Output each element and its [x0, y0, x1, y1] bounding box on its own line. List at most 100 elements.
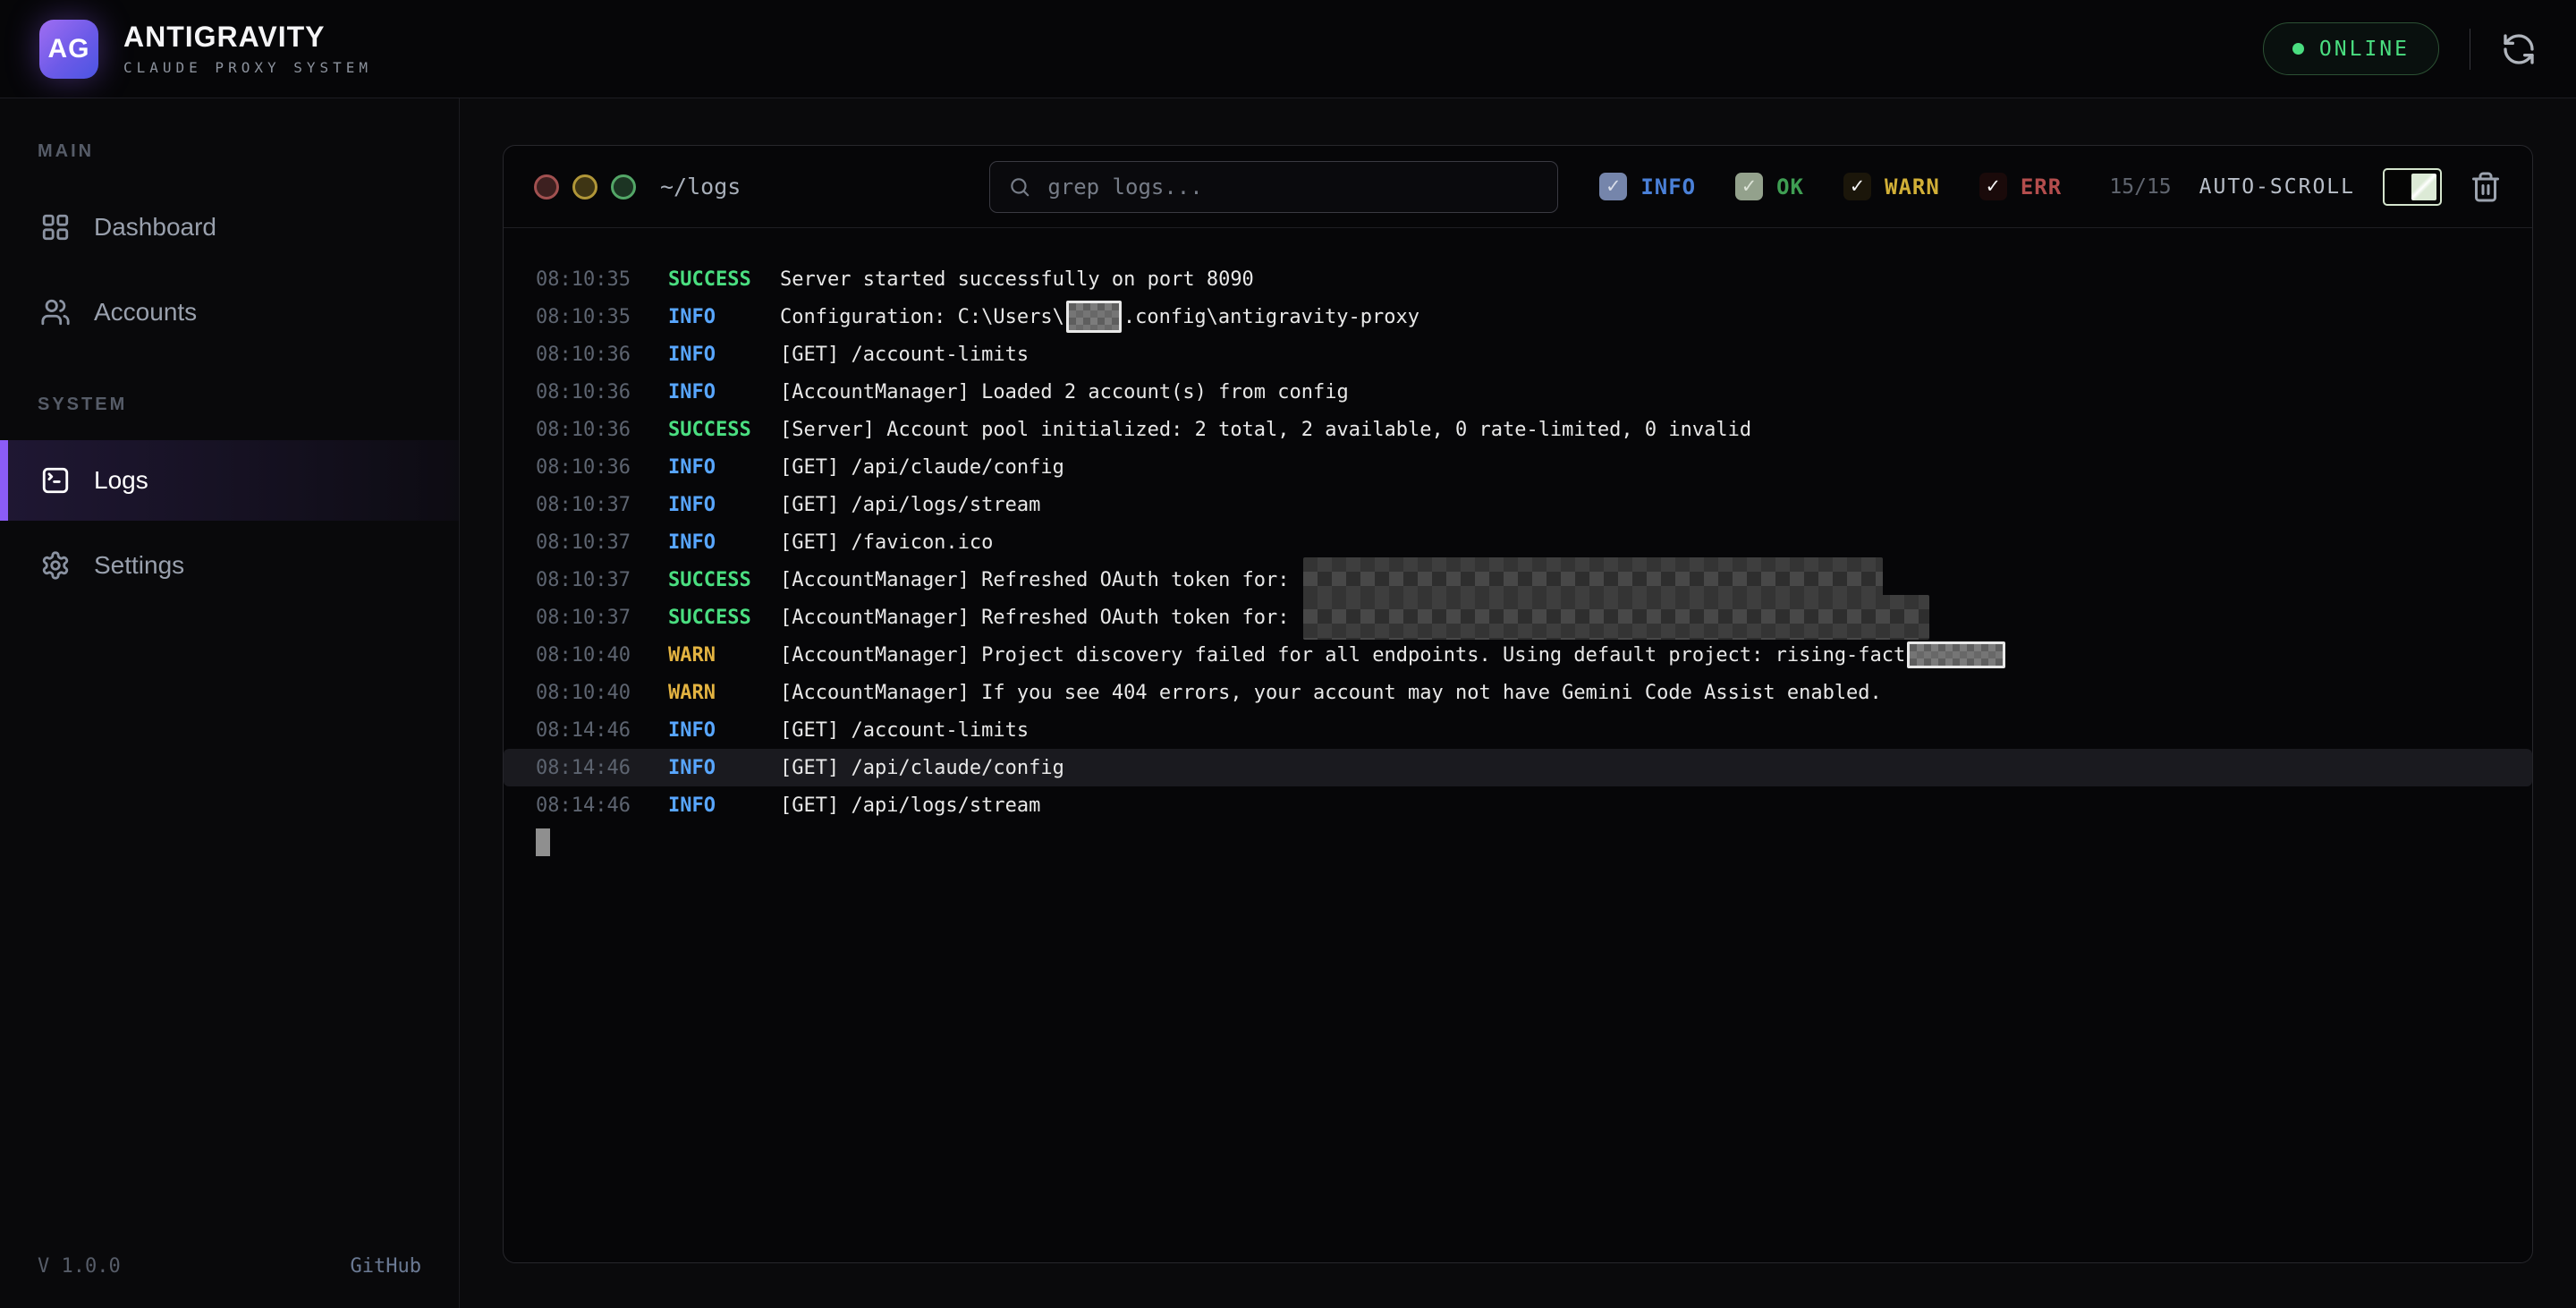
log-level: INFO: [668, 344, 780, 366]
log-level: SUCCESS: [668, 268, 780, 291]
log-timestamp: 08:10:40: [536, 682, 668, 704]
maximize-light-icon: [611, 174, 636, 200]
filter-ok[interactable]: ✓OK: [1735, 173, 1804, 200]
autoscroll-toggle[interactable]: [2383, 168, 2442, 206]
terminal-icon: [40, 465, 71, 496]
log-row[interactable]: 08:10:36INFO[AccountManager] Loaded 2 ac…: [504, 373, 2532, 411]
log-message: [AccountManager] Loaded 2 account(s) fro…: [780, 381, 1349, 403]
accounts-icon: [40, 297, 71, 327]
sidebar: MAINDashboardAccountsSYSTEMLogsSettings …: [0, 98, 460, 1308]
checkbox-icon[interactable]: ✓: [1843, 173, 1871, 200]
log-message-text: [GET] /api/logs/stream: [780, 794, 1040, 817]
redacted-block: [1907, 641, 2005, 668]
log-level: SUCCESS: [668, 419, 780, 441]
log-message-text: [AccountManager] If you see 404 errors, …: [780, 682, 1882, 704]
checkbox-icon[interactable]: ✓: [1599, 173, 1627, 200]
search-input[interactable]: [1046, 174, 1539, 200]
terminal-cursor: [536, 828, 550, 856]
search-box[interactable]: [989, 161, 1558, 213]
log-level: INFO: [668, 306, 780, 328]
redacted-block: [1303, 595, 1929, 640]
log-message: [GET] /api/claude/config: [780, 757, 1064, 779]
github-link[interactable]: GitHub: [351, 1255, 421, 1278]
log-message-text: [AccountManager] Project discovery faile…: [780, 644, 1905, 667]
log-timestamp: 08:10:37: [536, 531, 668, 554]
log-level: SUCCESS: [668, 607, 780, 629]
log-row[interactable]: 08:10:35INFOConfiguration: C:\Users\.con…: [504, 298, 2532, 335]
log-level: WARN: [668, 644, 780, 667]
log-row[interactable]: 08:10:36INFO[GET] /api/claude/config: [504, 448, 2532, 486]
log-row[interactable]: 08:14:46INFO[GET] /account-limits: [504, 711, 2532, 749]
log-row[interactable]: 08:10:36INFO[GET] /account-limits: [504, 335, 2532, 373]
log-row[interactable]: 08:10:40WARN[AccountManager] Project dis…: [504, 636, 2532, 674]
refresh-button[interactable]: [2501, 31, 2537, 67]
sidebar-item-logs[interactable]: Logs: [0, 440, 459, 521]
filter-label: ERR: [2021, 174, 2062, 200]
dashboard-icon: [40, 212, 71, 242]
clear-logs-button[interactable]: [2470, 170, 2502, 204]
log-message-text: [GET] /api/logs/stream: [780, 494, 1040, 516]
log-timestamp: 08:14:46: [536, 719, 668, 742]
sidebar-item-label: Dashboard: [94, 213, 216, 242]
trash-icon: [2470, 170, 2502, 204]
log-message: [GET] /api/logs/stream: [780, 794, 1040, 817]
checkbox-icon[interactable]: ✓: [1979, 173, 2007, 200]
log-message-text: [GET] /account-limits: [780, 344, 1029, 366]
log-panel-header: ~/logs ✓INFO✓OK✓WARN✓ERR 15/15 AUTO-SCRO…: [504, 146, 2532, 228]
log-timestamp: 08:10:37: [536, 607, 668, 629]
log-message-text: [AccountManager] Loaded 2 account(s) fro…: [780, 381, 1349, 403]
autoscroll-toggle-knob: [2411, 174, 2436, 200]
log-timestamp: 08:10:36: [536, 381, 668, 403]
log-message: [GET] /api/claude/config: [780, 456, 1064, 479]
app-title: ANTIGRAVITY: [123, 21, 372, 53]
log-row[interactable]: 08:10:37SUCCESS[AccountManager] Refreshe…: [504, 599, 2532, 636]
status-badge-label: ONLINE: [2319, 38, 2410, 61]
log-timestamp: 08:10:36: [536, 419, 668, 441]
log-level: INFO: [668, 494, 780, 516]
log-area: 08:10:35SUCCESSServer started successful…: [504, 228, 2532, 1262]
log-row[interactable]: 08:10:37INFO[GET] /favicon.ico: [504, 523, 2532, 561]
version-label: V 1.0.0: [38, 1255, 121, 1278]
sidebar-item-settings[interactable]: Settings: [0, 525, 459, 606]
log-message: [GET] /account-limits: [780, 344, 1029, 366]
log-level: WARN: [668, 682, 780, 704]
online-dot-icon: [2292, 43, 2304, 55]
traffic-lights: [534, 174, 636, 200]
log-row[interactable]: 08:14:46INFO[GET] /api/logs/stream: [504, 786, 2532, 824]
sidebar-item-dashboard[interactable]: Dashboard: [0, 187, 459, 268]
filter-err[interactable]: ✓ ERR: [1979, 173, 2062, 200]
status-badge: ONLINE: [2263, 22, 2439, 75]
close-light-icon: [534, 174, 559, 200]
log-timestamp: 08:10:37: [536, 494, 668, 516]
log-row[interactable]: 08:10:37INFO[GET] /api/logs/stream: [504, 486, 2532, 523]
log-timestamp: 08:10:36: [536, 344, 668, 366]
filter-info[interactable]: ✓INFO: [1599, 173, 1696, 200]
log-message-text: Configuration: C:\Users\: [780, 306, 1064, 328]
body-row: MAINDashboardAccountsSYSTEMLogsSettings …: [0, 98, 2576, 1308]
log-row[interactable]: 08:10:40WARN[AccountManager] If you see …: [504, 674, 2532, 711]
log-level: INFO: [668, 794, 780, 817]
autoscroll-label: AUTO-SCROLL: [2199, 175, 2355, 199]
filter-warn[interactable]: ✓ WARN: [1843, 173, 1940, 200]
log-panel: ~/logs ✓INFO✓OK✓WARN✓ERR 15/15 AUTO-SCRO…: [503, 145, 2533, 1263]
panel-path: ~/logs: [660, 174, 741, 200]
level-filters: ✓INFO✓OK✓WARN✓ERR: [1599, 173, 2062, 200]
log-row[interactable]: 08:14:46INFO[GET] /api/claude/config: [504, 749, 2532, 786]
log-row[interactable]: 08:10:37SUCCESS[AccountManager] Refreshe…: [504, 561, 2532, 599]
log-row[interactable]: 08:10:36SUCCESS[Server] Account pool ini…: [504, 411, 2532, 448]
log-level: INFO: [668, 381, 780, 403]
log-timestamp: 08:10:40: [536, 644, 668, 667]
sidebar-item-label: Accounts: [94, 298, 197, 327]
checkbox-icon[interactable]: ✓: [1735, 173, 1763, 200]
log-row[interactable]: 08:10:35SUCCESSServer started successful…: [504, 260, 2532, 298]
title-block: ANTIGRAVITY CLAUDE PROXY SYSTEM: [123, 21, 372, 76]
sidebar-item-accounts[interactable]: Accounts: [0, 272, 459, 352]
log-level: INFO: [668, 531, 780, 554]
app-root: AG ANTIGRAVITY CLAUDE PROXY SYSTEM ONLIN…: [0, 0, 2576, 1308]
sidebar-nav: MAINDashboardAccountsSYSTEMLogsSettings: [0, 141, 459, 606]
log-message: [AccountManager] Project discovery faile…: [780, 641, 2007, 668]
filter-label: WARN: [1885, 174, 1940, 200]
header-right: ONLINE: [2263, 22, 2537, 75]
log-timestamp: 08:10:35: [536, 268, 668, 291]
log-message-text: [GET] /favicon.ico: [780, 531, 993, 554]
